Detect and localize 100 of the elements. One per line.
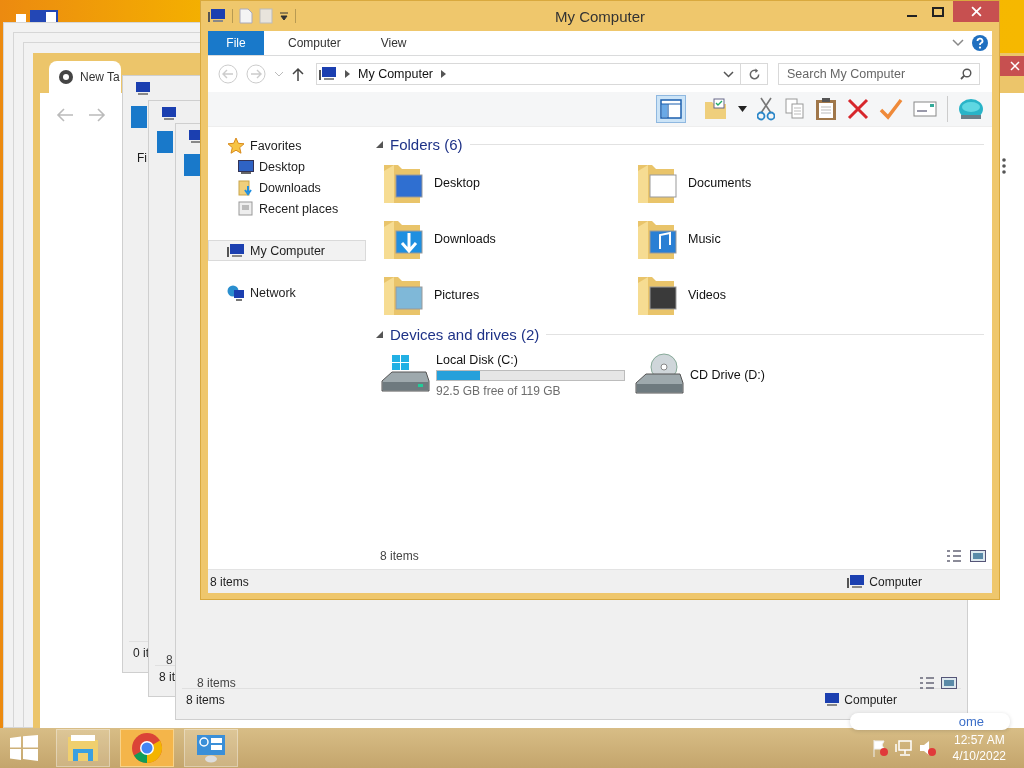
- network-icon: [227, 284, 245, 301]
- up-arrow-icon[interactable]: [292, 67, 304, 81]
- status-text: 8 items: [186, 693, 225, 707]
- windows-logo-icon[interactable]: [10, 735, 38, 761]
- folder-item[interactable]: Pictures: [376, 267, 630, 323]
- hard-drive-icon: [380, 355, 430, 395]
- status-text: 8 it: [159, 670, 175, 684]
- browser-logo-icon: [131, 732, 163, 764]
- monitor-icon: [238, 159, 254, 174]
- close-icon: [970, 6, 982, 17]
- star-icon: [227, 137, 245, 154]
- item-name: Documents: [688, 176, 752, 190]
- paste-icon[interactable]: [815, 97, 837, 121]
- item-count: 8: [166, 653, 173, 667]
- computer-icon[interactable]: [208, 9, 226, 23]
- item-name: Local Disk (C:): [436, 352, 519, 367]
- taskbar-button[interactable]: [120, 729, 174, 767]
- item-count: 8 items: [197, 676, 236, 690]
- notification-text[interactable]: ome: [958, 714, 984, 729]
- tiles-view-icon[interactable]: [970, 550, 986, 562]
- dropdown-caret-icon[interactable]: [738, 106, 747, 112]
- control-panel-icon: [195, 733, 227, 763]
- refresh-button[interactable]: [741, 63, 768, 85]
- cut-icon[interactable]: [757, 97, 775, 121]
- refresh-icon: [747, 67, 761, 81]
- computer-icon: [847, 574, 866, 589]
- clock-date: 4/10/2022: [952, 748, 1006, 764]
- computer-icon: [159, 107, 177, 121]
- close-button[interactable]: [1000, 56, 1024, 76]
- folder-item[interactable]: Downloads: [376, 211, 630, 267]
- nav-item[interactable]: Recent places: [208, 198, 366, 219]
- collapse-icon[interactable]: [376, 330, 383, 338]
- checkmark-icon[interactable]: [879, 98, 903, 120]
- item-name: Pictures: [434, 288, 480, 302]
- nav-item[interactable]: Favorites: [208, 135, 366, 156]
- breadcrumb-arrow-icon[interactable]: [345, 70, 350, 78]
- nav-item[interactable]: Network: [208, 282, 366, 303]
- group-header[interactable]: Folders (6): [390, 135, 463, 153]
- ribbon-tab[interactable]: File: [208, 31, 264, 55]
- dropdown-caret-icon[interactable]: [723, 70, 734, 78]
- customize-caret-icon[interactable]: [279, 11, 289, 21]
- search-field[interactable]: Search My Computer: [778, 63, 980, 85]
- speaker-muted-icon[interactable]: [918, 739, 937, 757]
- collapse-icon[interactable]: [376, 140, 383, 148]
- minimize-icon: [907, 14, 917, 17]
- recent-places-icon: [238, 200, 254, 217]
- details-view-icon[interactable]: [919, 677, 935, 689]
- computer-icon: [319, 67, 337, 81]
- ribbon-tab[interactable]: View: [364, 31, 423, 55]
- flag-alert-icon[interactable]: [870, 739, 889, 757]
- search-icon: [960, 68, 972, 80]
- maximize-icon: [932, 6, 944, 17]
- item-name: Downloads: [434, 232, 496, 246]
- group-header[interactable]: Devices and drives (2): [390, 325, 540, 343]
- help-icon[interactable]: [972, 35, 988, 51]
- folder-item[interactable]: Videos: [630, 267, 884, 323]
- close-icon: [1010, 61, 1020, 71]
- tiles-view-icon[interactable]: [941, 677, 957, 689]
- item-name: Videos: [688, 288, 726, 302]
- details-view-icon[interactable]: [946, 550, 962, 562]
- folder-item[interactable]: CD Drive (D:): [630, 345, 884, 405]
- copy-icon[interactable]: [785, 98, 805, 120]
- location-label: Computer: [869, 574, 922, 589]
- location-label: Computer: [844, 693, 897, 707]
- folder-options-icon[interactable]: [704, 98, 728, 120]
- folder-item[interactable]: Desktop: [376, 155, 630, 211]
- nav-item[interactable]: Desktop: [208, 156, 366, 177]
- nav-item[interactable]: Downloads: [208, 177, 366, 198]
- preview-pane-button[interactable]: [656, 95, 686, 123]
- browser-logo-icon: [58, 69, 74, 85]
- folder-item[interactable]: Documents: [630, 155, 884, 211]
- downloads-folder-icon: [238, 179, 254, 196]
- item-name: Desktop: [434, 176, 480, 190]
- window-title: My Computer: [554, 8, 646, 25]
- computer-icon: [133, 82, 151, 96]
- address-bar[interactable]: My Computer: [316, 63, 741, 85]
- computer-icon: [227, 243, 245, 258]
- delete-icon[interactable]: [847, 98, 869, 120]
- item-detail: 92.5 GB free of 119 GB: [436, 383, 562, 398]
- computer-icon: [822, 693, 841, 707]
- breadcrumb-arrow-icon[interactable]: [441, 70, 447, 78]
- ribbon-tab[interactable]: Computer: [272, 31, 357, 55]
- expand-ribbon-icon[interactable]: [952, 39, 964, 47]
- layout-pane-icon: [660, 99, 682, 119]
- item-name: Music: [688, 232, 721, 246]
- status-text: 8 items: [210, 574, 249, 589]
- file-explorer-icon: [66, 733, 100, 763]
- folder-item[interactable]: Local Disk (C:) 92.5 GB free of 119 GB: [376, 345, 630, 405]
- menu-icon[interactable]: [1001, 157, 1007, 175]
- browser-tab[interactable]: New Ta: [49, 61, 121, 93]
- item-count: 8 items: [380, 549, 419, 563]
- ribbon-tab-label[interactable]: Fi: [137, 151, 147, 165]
- item-name: CD Drive (D:): [690, 368, 765, 382]
- close-button[interactable]: [953, 1, 999, 22]
- clock-time: 12:57 AM: [953, 732, 1005, 748]
- nav-item[interactable]: My Computer: [208, 240, 366, 261]
- breadcrumb-item[interactable]: My Computer: [358, 67, 434, 81]
- cd-drive-icon: [634, 353, 684, 397]
- rename-icon[interactable]: [913, 100, 937, 118]
- folder-item[interactable]: Music: [630, 211, 884, 267]
